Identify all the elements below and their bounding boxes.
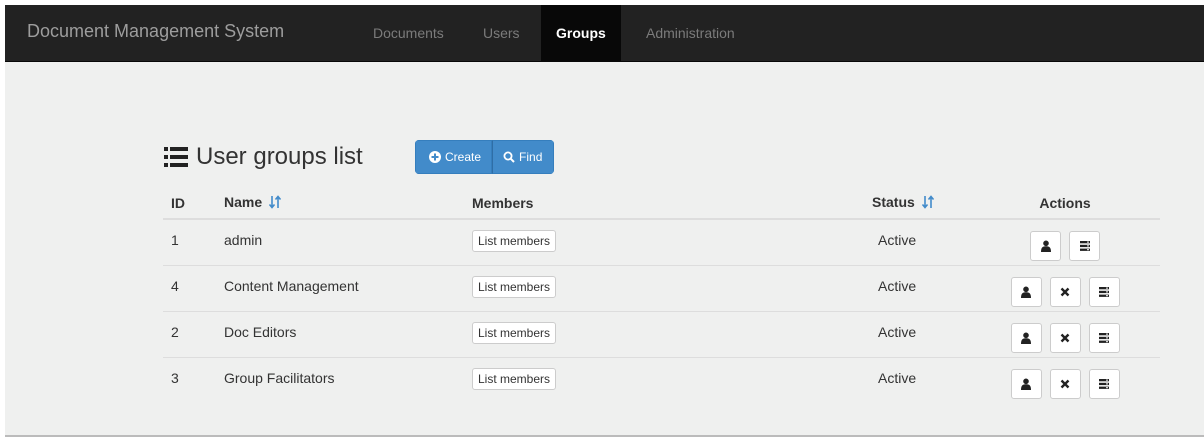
close-icon — [1060, 333, 1070, 342]
row-actions — [978, 368, 1152, 399]
create-button-label: Create — [445, 150, 482, 164]
details-button[interactable] — [1088, 322, 1120, 353]
delete-button[interactable] — [1049, 368, 1081, 399]
top-navbar: Document Management System Documents Use… — [5, 5, 1204, 62]
page-title: User groups list — [196, 143, 363, 170]
list-icon — [1099, 378, 1109, 389]
app-frame: Document Management System Documents Use… — [5, 5, 1204, 437]
details-button[interactable] — [1088, 368, 1120, 399]
table-row: 3 Group Facilitators List members Active — [163, 357, 1160, 403]
list-members-button[interactable]: List members — [472, 367, 557, 390]
row-actions — [978, 322, 1152, 353]
header-actions: Actions — [970, 188, 1160, 220]
toolbar-button-group: Create Find — [415, 140, 555, 174]
create-button[interactable]: Create — [415, 140, 493, 174]
close-icon — [1060, 379, 1070, 388]
groups-table: ID Name Members Status Actions 1 admin L… — [163, 188, 1160, 403]
details-button[interactable] — [1088, 276, 1120, 307]
plus-circle-icon — [429, 151, 441, 163]
delete-button[interactable] — [1049, 276, 1081, 307]
user-icon — [1021, 286, 1031, 298]
search-icon — [503, 151, 515, 163]
header-status[interactable]: Status — [864, 188, 970, 220]
user-icon — [1021, 332, 1031, 344]
find-button[interactable]: Find — [492, 140, 555, 174]
list-icon — [1099, 286, 1109, 297]
delete-button[interactable] — [1049, 322, 1081, 353]
nav-item-documents[interactable]: Documents — [358, 5, 459, 62]
cell-status: Active — [864, 219, 970, 266]
header-name[interactable]: Name — [216, 188, 464, 220]
list-icon — [1079, 241, 1090, 251]
row-actions — [978, 276, 1152, 307]
user-button[interactable] — [1010, 368, 1042, 399]
user-button[interactable] — [1010, 322, 1042, 353]
list-icon — [1099, 332, 1109, 343]
list-members-button[interactable]: List members — [472, 321, 557, 344]
page-heading: User groups list — [164, 143, 363, 171]
nav-item-administration[interactable]: Administration — [631, 5, 750, 62]
user-button[interactable] — [1010, 276, 1042, 307]
cell-name: Doc Editors — [216, 311, 464, 358]
cell-id: 1 — [163, 219, 216, 266]
cell-id: 4 — [163, 265, 216, 312]
header-members: Members — [464, 188, 864, 220]
row-actions — [978, 231, 1152, 261]
header-status-label: Status — [872, 194, 915, 210]
cell-name: Content Management — [216, 265, 464, 312]
table-row: 2 Doc Editors List members Active — [163, 311, 1160, 358]
table-row: 1 admin List members Active — [163, 219, 1160, 266]
table-header-row: ID Name Members Status Actions — [163, 188, 1160, 220]
list-icon — [164, 146, 188, 168]
list-members-button[interactable]: List members — [472, 275, 557, 298]
nav-item-users[interactable]: Users — [468, 5, 535, 62]
table-row: 4 Content Management List members Active — [163, 265, 1160, 312]
user-icon — [1040, 240, 1051, 252]
sort-icon[interactable] — [268, 195, 282, 212]
nav-item-groups[interactable]: Groups — [541, 5, 621, 62]
cell-status: Active — [878, 369, 917, 386]
cell-id: 3 — [171, 369, 179, 386]
user-icon — [1021, 378, 1031, 390]
cell-id: 2 — [163, 311, 216, 358]
cell-name: admin — [216, 219, 464, 266]
header-name-label: Name — [224, 194, 263, 210]
sort-icon[interactable] — [921, 195, 934, 212]
header-id: ID — [163, 188, 216, 220]
find-button-label: Find — [519, 150, 543, 164]
user-button[interactable] — [1030, 231, 1061, 261]
details-button[interactable] — [1069, 231, 1100, 261]
cell-status: Active — [864, 265, 970, 312]
cell-status: Active — [864, 311, 970, 358]
brand-title[interactable]: Document Management System — [27, 21, 284, 42]
close-icon — [1060, 287, 1070, 296]
cell-name: Group Facilitators — [224, 369, 335, 386]
list-members-button[interactable]: List members — [472, 230, 557, 252]
